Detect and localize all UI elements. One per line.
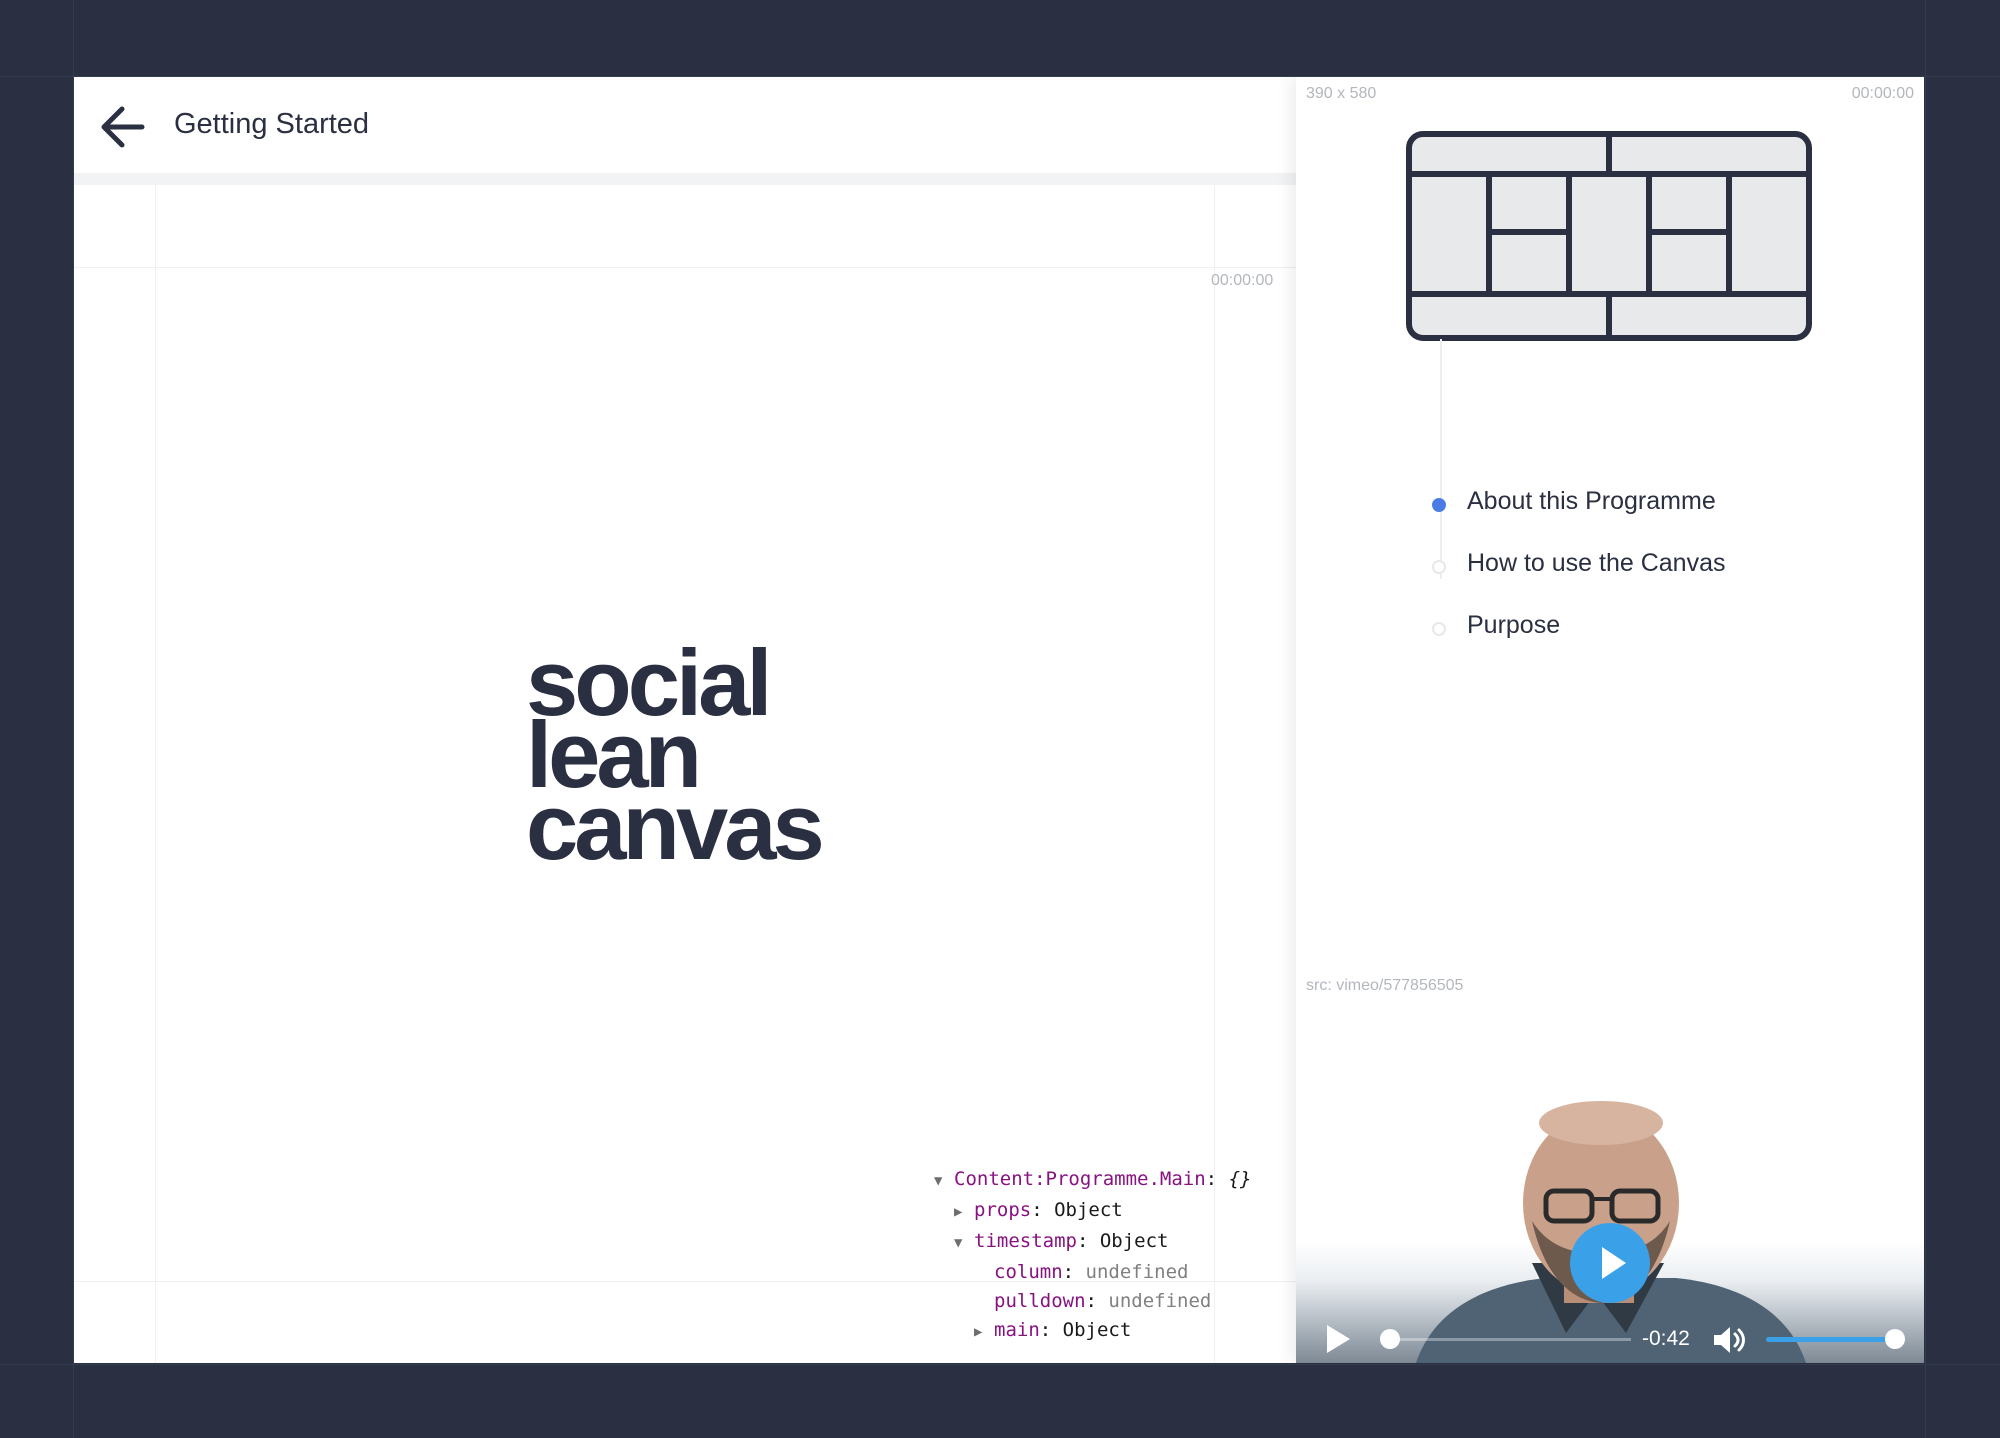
- toc-active-dot: [1432, 498, 1446, 512]
- toc-label: Purpose: [1467, 611, 1561, 639]
- devtools-root-row[interactable]: ▼ Content:Programme.Main: {}: [934, 1165, 1251, 1196]
- stage-grid-h-top: [74, 267, 1296, 268]
- guide-line-bottom: [0, 1364, 2000, 1365]
- devtools-value: {}: [1228, 1168, 1252, 1190]
- toc-label: How to use the Canvas: [1467, 549, 1726, 577]
- video-player[interactable]: -0:42: [1296, 1093, 1924, 1363]
- devtools-key: column: [994, 1261, 1063, 1283]
- collapsed-triangle-icon: ▶: [954, 1204, 963, 1220]
- devtools-props-row[interactable]: ▶ props: Object: [934, 1196, 1251, 1227]
- devtools-key: pulldown: [994, 1290, 1086, 1312]
- devtools-value: undefined: [1108, 1290, 1212, 1312]
- app-frame: Getting Started 00:00:00 social lean can…: [74, 77, 1924, 1363]
- devtools-value: undefined: [1085, 1261, 1189, 1283]
- page-header: Getting Started: [74, 77, 1296, 173]
- programme-side-panel: 390 x 580 00:00:00 About this Programme …: [1296, 77, 1924, 1363]
- toc-label: About this Programme: [1467, 487, 1716, 515]
- video-progress-bar[interactable]: [1391, 1338, 1631, 1341]
- stage-grid-v-left: [155, 185, 156, 1363]
- social-lean-canvas-logo: social lean canvas: [526, 636, 886, 879]
- devtools-key: timestamp: [974, 1230, 1077, 1252]
- devtools-key: Content:Programme.Main: [954, 1168, 1206, 1190]
- header-divider: [74, 173, 1296, 185]
- video-progress-knob[interactable]: [1380, 1329, 1400, 1349]
- volume-slider-track[interactable]: [1766, 1337, 1894, 1342]
- video-source-label: src: vimeo/577856505: [1306, 977, 1464, 994]
- arrow-left-icon[interactable]: [98, 101, 150, 153]
- devtools-column-row: column: undefined: [994, 1261, 1189, 1283]
- canvas-grid-icon: [1406, 131, 1812, 341]
- devtools-main-row[interactable]: ▶ main: Object: [934, 1316, 1251, 1347]
- toc-dot: [1432, 560, 1446, 574]
- toc-dot: [1432, 622, 1446, 636]
- devtools-pulldown-row: pulldown: undefined: [994, 1290, 1212, 1312]
- devtools-object-inspector: ▼ Content:Programme.Main: {} ▶ props: Obje…: [934, 1165, 1251, 1347]
- video-remaining-time: -0:42: [1642, 1327, 1690, 1350]
- guide-line-right: [1925, 0, 1926, 1438]
- panel-size-label: 390 x 580: [1306, 85, 1377, 102]
- stage-timecode: 00:00:00: [1211, 272, 1274, 289]
- devtools-timestamp-row[interactable]: ▼ timestamp: Object: [934, 1227, 1251, 1258]
- play-icon[interactable]: [1324, 1323, 1352, 1355]
- video-controls: -0:42: [1296, 1313, 1924, 1363]
- logo-line-3: canvas: [526, 774, 825, 879]
- devtools-value: Object: [1099, 1230, 1169, 1252]
- big-play-button[interactable]: [1570, 1223, 1650, 1303]
- toc-timeline: [1440, 339, 1442, 579]
- expanded-triangle-icon: ▼: [954, 1235, 963, 1251]
- devtools-value: Object: [1062, 1319, 1132, 1341]
- expanded-triangle-icon: ▼: [934, 1173, 943, 1189]
- volume-slider-knob[interactable]: [1885, 1329, 1905, 1349]
- devtools-value: Object: [1054, 1199, 1123, 1221]
- page-title: Getting Started: [174, 108, 370, 140]
- panel-timecode: 00:00:00: [1851, 85, 1914, 102]
- collapsed-triangle-icon: ▶: [974, 1324, 983, 1340]
- devtools-key: props: [974, 1199, 1032, 1221]
- volume-icon[interactable]: [1712, 1325, 1746, 1355]
- devtools-key: main: [994, 1319, 1040, 1341]
